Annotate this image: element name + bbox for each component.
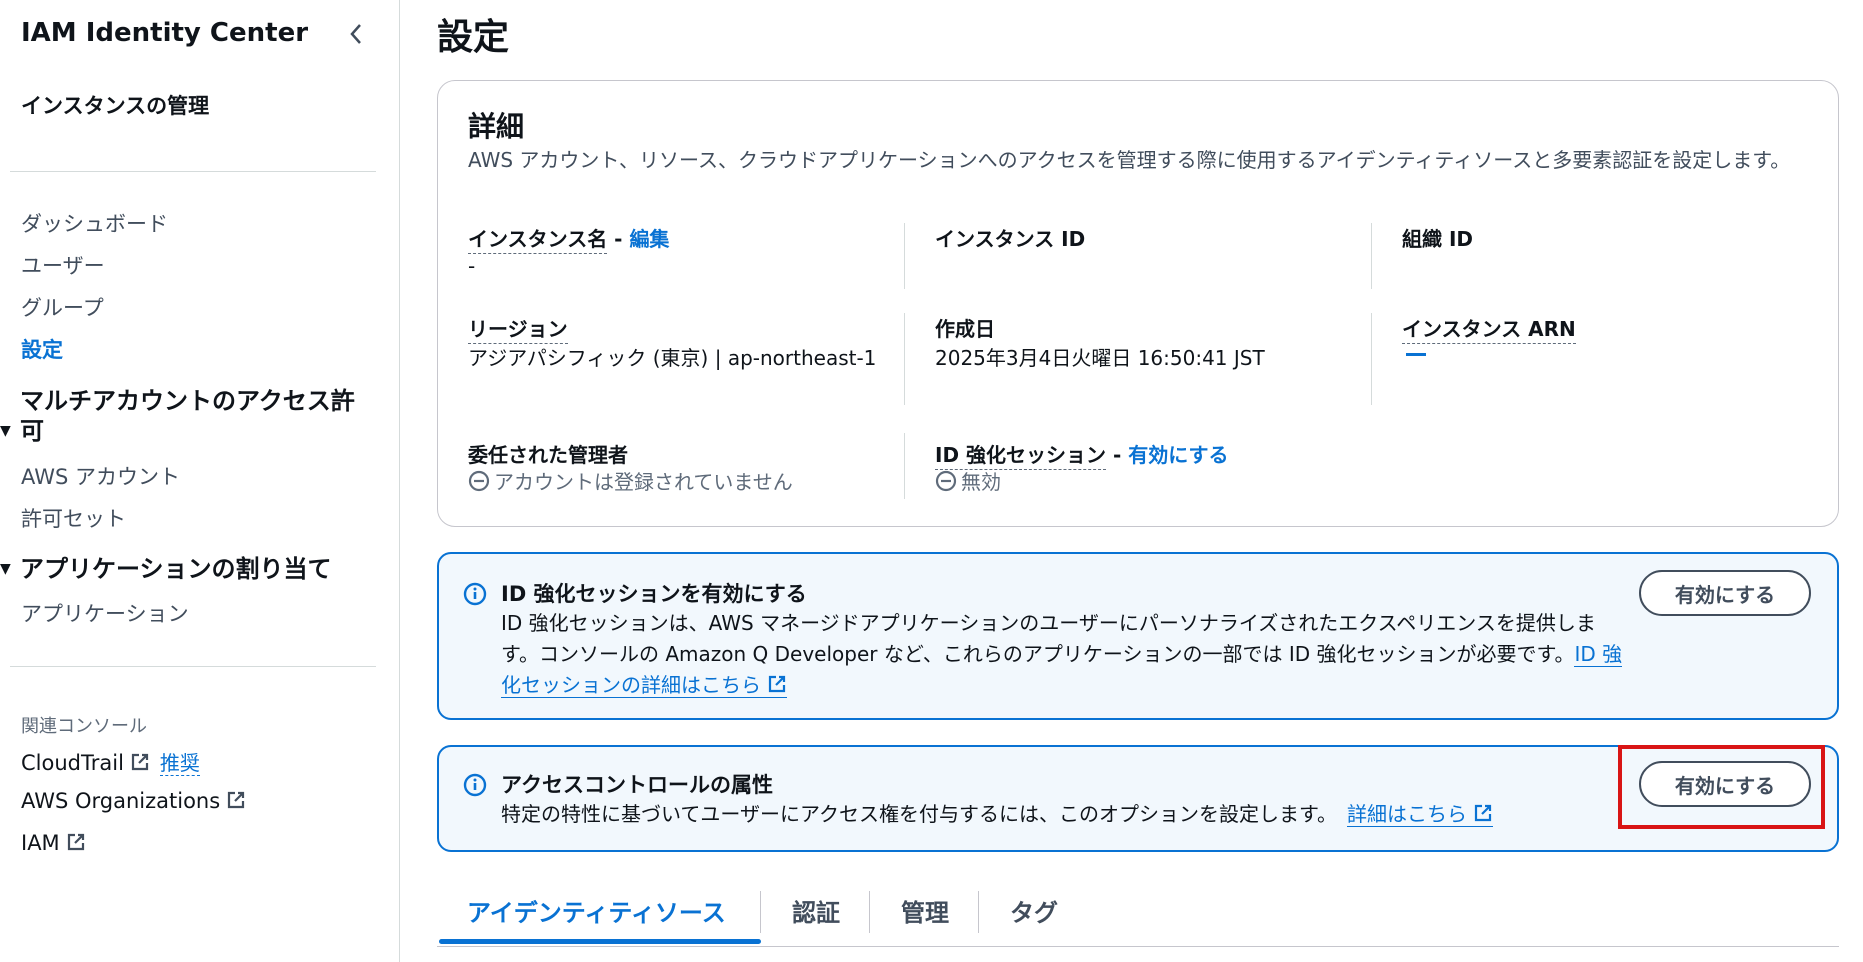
region-label: リージョン (468, 313, 568, 344)
page-title: 設定 (437, 17, 510, 58)
highlight-box (1618, 745, 1825, 829)
details-description: AWS アカウント、リソース、クラウドアプリケーションへのアクセスを管理する際に… (468, 148, 1791, 172)
column-divider (904, 223, 905, 289)
instance-arn-value-redacted (1406, 353, 1426, 356)
created-date-value: 2025年3月4日火曜日 16:50:41 JST (935, 346, 1265, 370)
section-multi-account-permissions[interactable]: ▼マルチアカウントのアクセス許可 (0, 386, 380, 446)
chevron-left-icon (350, 24, 361, 44)
instance-name-value: - (468, 254, 476, 278)
sidebar-item-groups[interactable]: グループ (21, 292, 104, 322)
delegated-admin-value: アカウントは登録されていません (468, 467, 793, 498)
column-divider (904, 313, 905, 405)
sidebar-divider (10, 666, 376, 667)
instance-name-label: インスタンス名 - 編集 (468, 223, 669, 254)
column-divider (1371, 313, 1372, 405)
minus-circle-icon (468, 470, 490, 492)
tab-identity-source[interactable]: アイデンティティソース (467, 893, 726, 928)
info-icon (463, 773, 487, 797)
instance-management-heading: インスタンスの管理 (21, 94, 210, 118)
column-divider (1371, 223, 1372, 289)
recommended-badge[interactable]: 推奨 (159, 751, 200, 776)
tab-separator (978, 891, 979, 933)
sidebar-item-permission-sets[interactable]: 許可セット (21, 503, 126, 533)
alert-title: アクセスコントロールの属性 (501, 773, 773, 797)
settings-tabs: アイデンティティソース 認証 管理 タグ (437, 887, 1839, 947)
sidebar-item-applications[interactable]: アプリケーション (21, 598, 189, 628)
collapse-sidebar-button[interactable] (342, 16, 370, 52)
external-link-icon (768, 675, 786, 693)
organization-id-label: 組織 ID (1402, 227, 1474, 251)
created-date-label: 作成日 (935, 317, 995, 341)
id-enhanced-session-label: ID 強化セッション - 有効にする (935, 439, 1228, 470)
related-link-cloudtrail[interactable]: CloudTrail 推奨 (21, 747, 200, 776)
sidebar-divider (10, 171, 376, 172)
instance-id-label: インスタンス ID (935, 227, 1086, 251)
sidebar-item-users[interactable]: ユーザー (21, 250, 105, 280)
side-navigation: IAM Identity Center インスタンスの管理 ダッシュボード ユー… (0, 0, 400, 962)
tab-separator (869, 891, 870, 933)
region-value: アジアパシフィック (東京) | ap-northeast-1 (468, 346, 877, 370)
info-icon (463, 582, 487, 606)
minus-circle-icon (935, 470, 957, 492)
tab-management[interactable]: 管理 (901, 893, 949, 928)
sidebar-item-dashboard[interactable]: ダッシュボード (21, 208, 168, 238)
details-title: 詳細 (468, 110, 525, 143)
access-control-learn-more-link[interactable]: 詳細はこちら (1347, 802, 1493, 827)
id-session-info-alert: ID 強化セッションを有効にする ID 強化セッションは、AWS マネージドアプ… (437, 552, 1839, 720)
alert-title: ID 強化セッションを有効にする (501, 582, 807, 606)
related-link-aws-organizations[interactable]: AWS Organizations (21, 789, 246, 813)
alert-body: ID 強化セッションは、AWS マネージドアプリケーションのユーザーにパーソナラ… (501, 611, 1623, 698)
delegated-admin-label: 委任された管理者 (468, 443, 628, 467)
id-enhanced-session-value: 無効 (935, 467, 1001, 498)
service-title[interactable]: IAM Identity Center (21, 18, 308, 48)
active-tab-indicator (439, 939, 761, 944)
sidebar-item-aws-accounts[interactable]: AWS アカウント (21, 461, 180, 491)
enable-id-session-button[interactable]: 有効にする (1639, 570, 1811, 616)
tab-separator (760, 891, 761, 933)
tab-tags[interactable]: タグ (1010, 893, 1058, 928)
external-link-icon (131, 753, 149, 771)
column-divider (904, 433, 905, 499)
external-link-icon (1474, 804, 1492, 822)
sidebar-item-settings[interactable]: 設定 (21, 334, 63, 364)
tab-authentication[interactable]: 認証 (792, 893, 840, 928)
details-container: 詳細 AWS アカウント、リソース、クラウドアプリケーションへのアクセスを管理す… (437, 80, 1839, 527)
section-application-assignments[interactable]: ▼ アプリケーションの割り当て (0, 554, 380, 584)
edit-instance-name-link[interactable]: 編集 (629, 227, 669, 251)
alert-body: 特定の特性に基づいてユーザーにアクセス権を付与するには、このオプションを設定しま… (501, 799, 1626, 830)
caret-down-icon: ▼ (0, 423, 11, 439)
external-link-icon (228, 791, 245, 809)
caret-down-icon: ▼ (0, 561, 11, 577)
instance-arn-label: インスタンス ARN (1402, 313, 1576, 344)
enable-id-session-link[interactable]: 有効にする (1128, 443, 1228, 467)
related-consoles-heading: 関連コンソール (21, 716, 147, 737)
external-link-icon (67, 833, 84, 851)
related-link-iam[interactable]: IAM (21, 831, 86, 855)
